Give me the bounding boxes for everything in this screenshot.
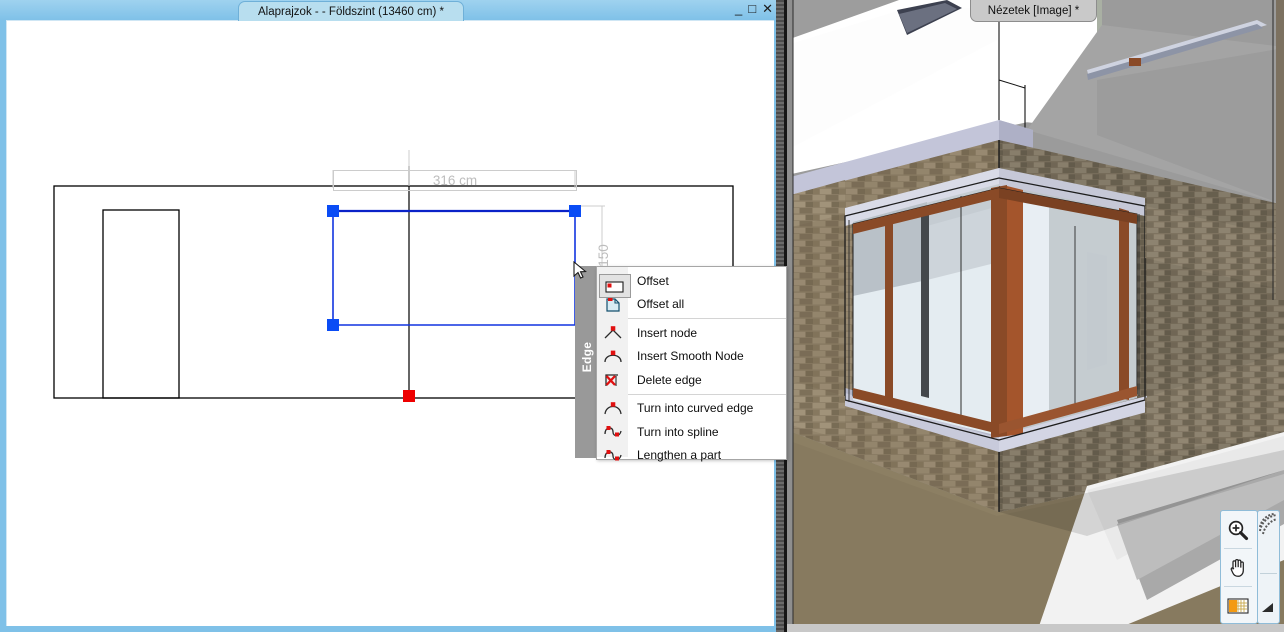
- context-menu-side-tab-label: Edge: [580, 341, 594, 373]
- menu-item-insert-node[interactable]: Insert node: [597, 321, 786, 345]
- insert-smooth-node-icon: [597, 345, 628, 369]
- navigation-button-column: [1220, 510, 1258, 624]
- lengthen-icon: [597, 444, 628, 468]
- curved-edge-icon: [597, 397, 628, 421]
- menu-item-lengthen-a-part-label: Lengthen a part: [637, 448, 722, 463]
- color-grid-icon: [1227, 597, 1249, 614]
- collapse-arrow-button[interactable]: [1261, 600, 1274, 618]
- menu-item-lengthen-a-part[interactable]: Lengthen a part: [597, 444, 786, 468]
- hand-icon: [1230, 558, 1244, 577]
- menu-item-turn-into-spline-label: Turn into spline: [637, 424, 719, 439]
- dimension-horizontal[interactable]: 316 cm: [333, 170, 577, 191]
- dimension-horizontal-value: 316 cm: [432, 173, 478, 188]
- dimension-vertical-value: 150: [595, 243, 611, 267]
- menu-item-offset-all-label: Offset all: [637, 297, 685, 312]
- pan-tool-button[interactable]: [1221, 549, 1255, 586]
- triangle-arrow-icon: [1262, 603, 1273, 612]
- viewport-bottom-bar: [787, 624, 1284, 632]
- 3d-scene-render: [787, 0, 1284, 632]
- diagonal-stripes-icon: [1259, 513, 1278, 535]
- offset-icon: [605, 281, 624, 293]
- nav-side-divider: [1260, 573, 1277, 574]
- plan-tab-label: Alaprajzok - - Földszint (13460 cm) *: [258, 5, 444, 18]
- view3d-tab-label: Nézetek [Image] *: [987, 4, 1080, 17]
- context-menu-divider-1: [628, 318, 786, 319]
- navigation-toolbar: [1220, 510, 1280, 624]
- window-controls: _ □ ✕: [734, 2, 774, 15]
- palette-tool-button[interactable]: [1221, 587, 1255, 624]
- maximize-button[interactable]: □: [747, 2, 757, 15]
- context-menu-panel: Offset Offset all Insert node Insert Smo…: [596, 266, 787, 462]
- menu-item-curved-edge-label: Turn into curved edge: [637, 401, 754, 416]
- context-menu-divider-2: [628, 393, 786, 395]
- mouse-cursor: [573, 260, 589, 286]
- context-menu-side-tab[interactable]: Edge: [575, 266, 596, 458]
- orbit-stripes-button[interactable]: [1259, 513, 1278, 540]
- menu-item-offset-label: Offset: [637, 273, 669, 288]
- menu-item-delete-edge-label: Delete edge: [637, 372, 702, 387]
- spline-icon: [597, 420, 628, 444]
- tab-alaprajzok[interactable]: Alaprajzok - - Földszint (13460 cm) *: [238, 1, 464, 21]
- menu-item-curved-edge[interactable]: Turn into curved edge: [597, 397, 786, 421]
- menu-item-insert-smooth-node-label: Insert Smooth Node: [637, 349, 744, 364]
- context-menu-floating-icon[interactable]: [599, 274, 631, 298]
- magnifier-plus-icon: [1228, 520, 1249, 540]
- tab-nezetek[interactable]: Nézetek [Image] *: [970, 0, 1097, 22]
- menu-item-insert-smooth-node[interactable]: Insert Smooth Node: [597, 345, 786, 369]
- zoom-tool-button[interactable]: [1221, 511, 1255, 548]
- plan-title-bar: Alaprajzok - - Földszint (13460 cm) * _ …: [0, 0, 782, 21]
- minimize-button[interactable]: _: [734, 2, 743, 15]
- menu-item-insert-node-label: Insert node: [637, 325, 698, 340]
- 3d-viewport[interactable]: Nézetek [Image] *: [787, 0, 1284, 632]
- insert-node-icon: [597, 321, 628, 345]
- navigation-side-column: [1257, 510, 1280, 624]
- delete-edge-icon: [597, 368, 628, 392]
- application-window: Alaprajzok - - Földszint (13460 cm) * _ …: [0, 0, 1284, 632]
- menu-item-turn-into-spline[interactable]: Turn into spline: [597, 420, 786, 444]
- close-button[interactable]: ✕: [761, 2, 774, 15]
- menu-item-delete-edge[interactable]: Delete edge: [597, 368, 786, 392]
